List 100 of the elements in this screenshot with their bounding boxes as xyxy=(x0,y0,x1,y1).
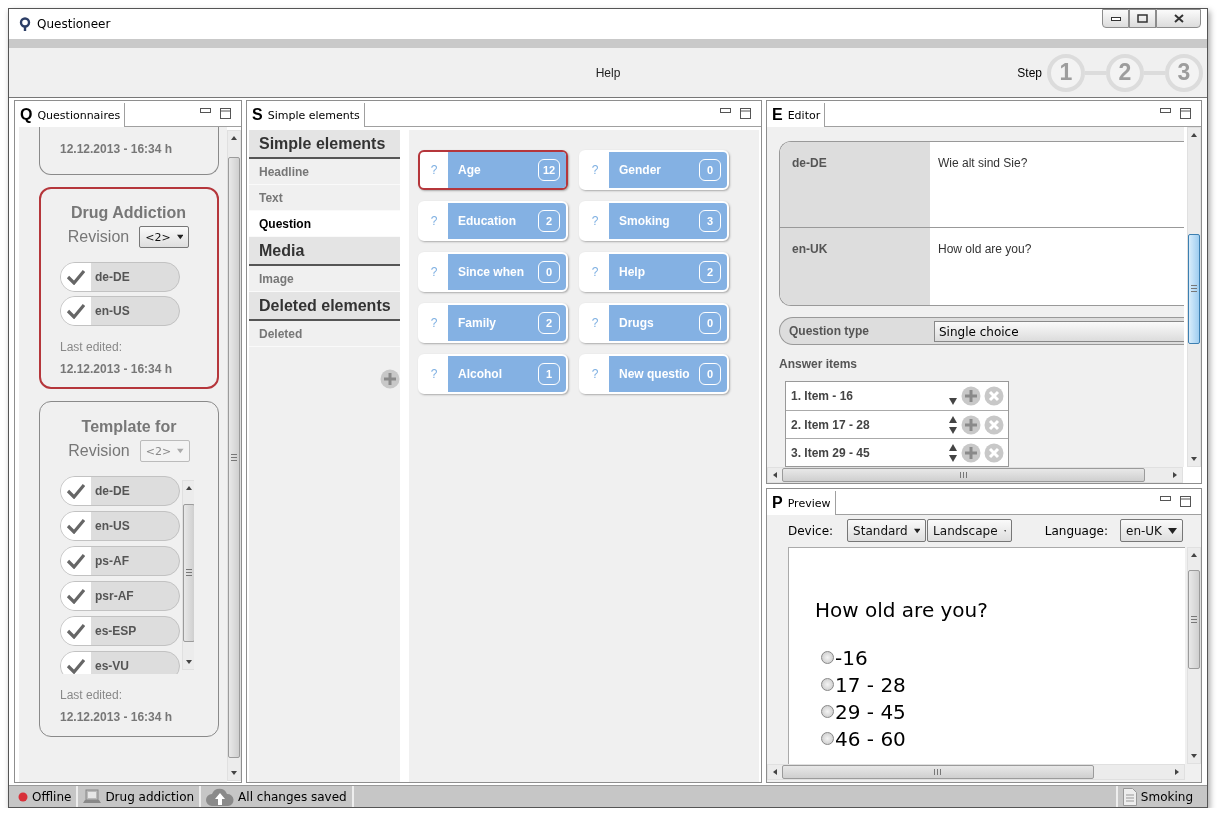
radio-button[interactable] xyxy=(821,705,834,718)
category-item[interactable]: Deleted xyxy=(249,321,400,347)
maximize-icon[interactable] xyxy=(1180,108,1191,119)
count-badge: 3 xyxy=(699,210,721,232)
check-icon xyxy=(66,658,86,674)
answer-items-label: Answer items xyxy=(779,357,859,371)
last-edited-date: 12.12.2013 - 16:34 h xyxy=(60,710,174,724)
revision-dropdown[interactable]: <2> xyxy=(139,226,190,248)
language-toggle[interactable]: es-VU xyxy=(60,651,180,674)
panel-tab[interactable]: P Preview xyxy=(767,491,836,515)
scrollbar[interactable] xyxy=(182,480,194,670)
language-code: de-DE xyxy=(780,142,930,227)
count-badge: 0 xyxy=(538,261,560,283)
language-label: Language: xyxy=(1044,523,1108,538)
scrollbar[interactable] xyxy=(1187,547,1201,764)
scrollbar[interactable] xyxy=(767,467,1183,483)
language-toggle[interactable]: en-US xyxy=(60,511,180,541)
caret-icon xyxy=(177,448,184,454)
category-header: Deleted elements xyxy=(249,292,400,321)
questionnaire-card[interactable]: Template for Revision <2> de-DE en-US ps-AF psr-AF es-ESP es-VU Last edited: 12.12.2013 - 16:34 h xyxy=(39,401,219,737)
check-icon xyxy=(66,483,86,499)
status-text: All changes saved xyxy=(238,789,347,804)
question-type-label: Question type xyxy=(788,323,870,341)
step-circle: 2 xyxy=(1106,53,1144,92)
option-label: 29 - 45 xyxy=(835,699,906,724)
radio-button[interactable] xyxy=(821,651,834,664)
window-title: Questioneer xyxy=(37,17,111,31)
caret-icon xyxy=(913,527,921,534)
grip-icon xyxy=(186,569,192,577)
step-circle: 1 xyxy=(1047,53,1085,92)
minimize-icon[interactable] xyxy=(1160,496,1171,502)
grip-icon xyxy=(1191,285,1197,293)
language-dropdown[interactable]: en-UK xyxy=(1120,519,1183,542)
device-label: Device: xyxy=(788,523,834,538)
add-category-icon[interactable] xyxy=(380,369,400,389)
maximize-icon[interactable] xyxy=(220,108,231,119)
maximize-icon xyxy=(1137,14,1148,23)
answer-item[interactable]: 2. Item 17 - 28 xyxy=(786,417,945,432)
count-badge: 12 xyxy=(538,159,560,181)
questionnaire-card[interactable]: 12.12.2013 - 16:34 h xyxy=(39,127,219,175)
maximize-icon[interactable] xyxy=(740,108,751,119)
last-edited-label: Last edited: xyxy=(60,688,124,702)
panel-tab[interactable]: S Simple elements xyxy=(247,103,365,127)
question-type-dropdown[interactable]: Single choice xyxy=(934,321,1184,342)
minimize-icon[interactable] xyxy=(720,108,731,114)
language-toggle[interactable]: psr-AF xyxy=(60,581,180,611)
count-badge: 2 xyxy=(699,261,721,283)
step-circle: 3 xyxy=(1165,53,1203,92)
close-button[interactable] xyxy=(1156,9,1201,28)
option-label: 17 - 28 xyxy=(835,672,906,697)
answer-item[interactable]: 1. Item - 16 xyxy=(786,389,945,403)
grip-icon xyxy=(960,472,968,478)
category-header: Simple elements xyxy=(249,130,400,159)
language-toggle[interactable]: es-ESP xyxy=(60,616,180,646)
check-icon xyxy=(66,269,86,285)
minimize-icon[interactable] xyxy=(1160,108,1171,114)
check-icon xyxy=(66,588,86,604)
orientation-dropdown[interactable]: Landscape xyxy=(927,519,1013,542)
count-badge: 0 xyxy=(699,363,721,385)
grip-icon xyxy=(231,454,237,462)
last-edited-date: 12.12.2013 - 16:34 h xyxy=(60,142,174,156)
status-text: Offline xyxy=(32,789,72,804)
caret-icon xyxy=(1168,527,1177,534)
panel-tab[interactable]: E Editor xyxy=(767,103,826,127)
minimize-icon xyxy=(1110,16,1121,21)
language-toggle[interactable]: en-US xyxy=(60,296,180,326)
grip-icon xyxy=(934,769,942,775)
revision-label: Revision xyxy=(68,442,130,460)
minimize-icon[interactable] xyxy=(200,108,211,114)
language-toggle[interactable]: ps-AF xyxy=(60,546,180,576)
maximize-icon[interactable] xyxy=(1180,496,1191,507)
radio-button[interactable] xyxy=(821,732,834,745)
help-link[interactable]: Help xyxy=(595,65,621,80)
grip-icon xyxy=(1191,615,1197,623)
scrollbar[interactable] xyxy=(227,130,241,781)
close-icon xyxy=(1173,14,1184,23)
language-toggle[interactable]: de-DE xyxy=(60,262,180,292)
count-badge: 2 xyxy=(538,312,560,334)
questionnaire-card[interactable]: Drug Addiction Revision <2> de-DE en-US Last edited: 12.12.2013 - 16:34 h xyxy=(39,187,219,389)
minimize-button[interactable] xyxy=(1102,9,1129,28)
step-label: Step xyxy=(1017,65,1042,80)
category-item[interactable]: Question xyxy=(249,211,400,237)
maximize-button[interactable] xyxy=(1129,9,1156,28)
panel-tab[interactable]: Q Questionnaires xyxy=(15,103,126,127)
check-icon xyxy=(66,623,86,639)
question-text: How old are you? xyxy=(815,598,989,622)
scrollbar[interactable] xyxy=(767,764,1185,780)
device-dropdown[interactable]: Standard xyxy=(847,519,927,542)
status-text: Smoking xyxy=(1140,789,1193,804)
option-label: 46 - 60 xyxy=(835,726,906,751)
questionnaire-title: Drug Addiction xyxy=(70,204,187,222)
language-toggle[interactable]: de-DE xyxy=(60,476,180,506)
radio-button[interactable] xyxy=(821,678,834,691)
check-icon xyxy=(66,553,86,569)
answer-item[interactable]: 3. Item 29 - 45 xyxy=(786,445,945,460)
scrollbar[interactable] xyxy=(1187,127,1201,467)
caret-icon xyxy=(176,234,184,240)
questionnaire-title: Template for xyxy=(80,418,178,436)
category-item[interactable]: Headline xyxy=(249,159,400,185)
count-badge: 0 xyxy=(699,312,721,334)
